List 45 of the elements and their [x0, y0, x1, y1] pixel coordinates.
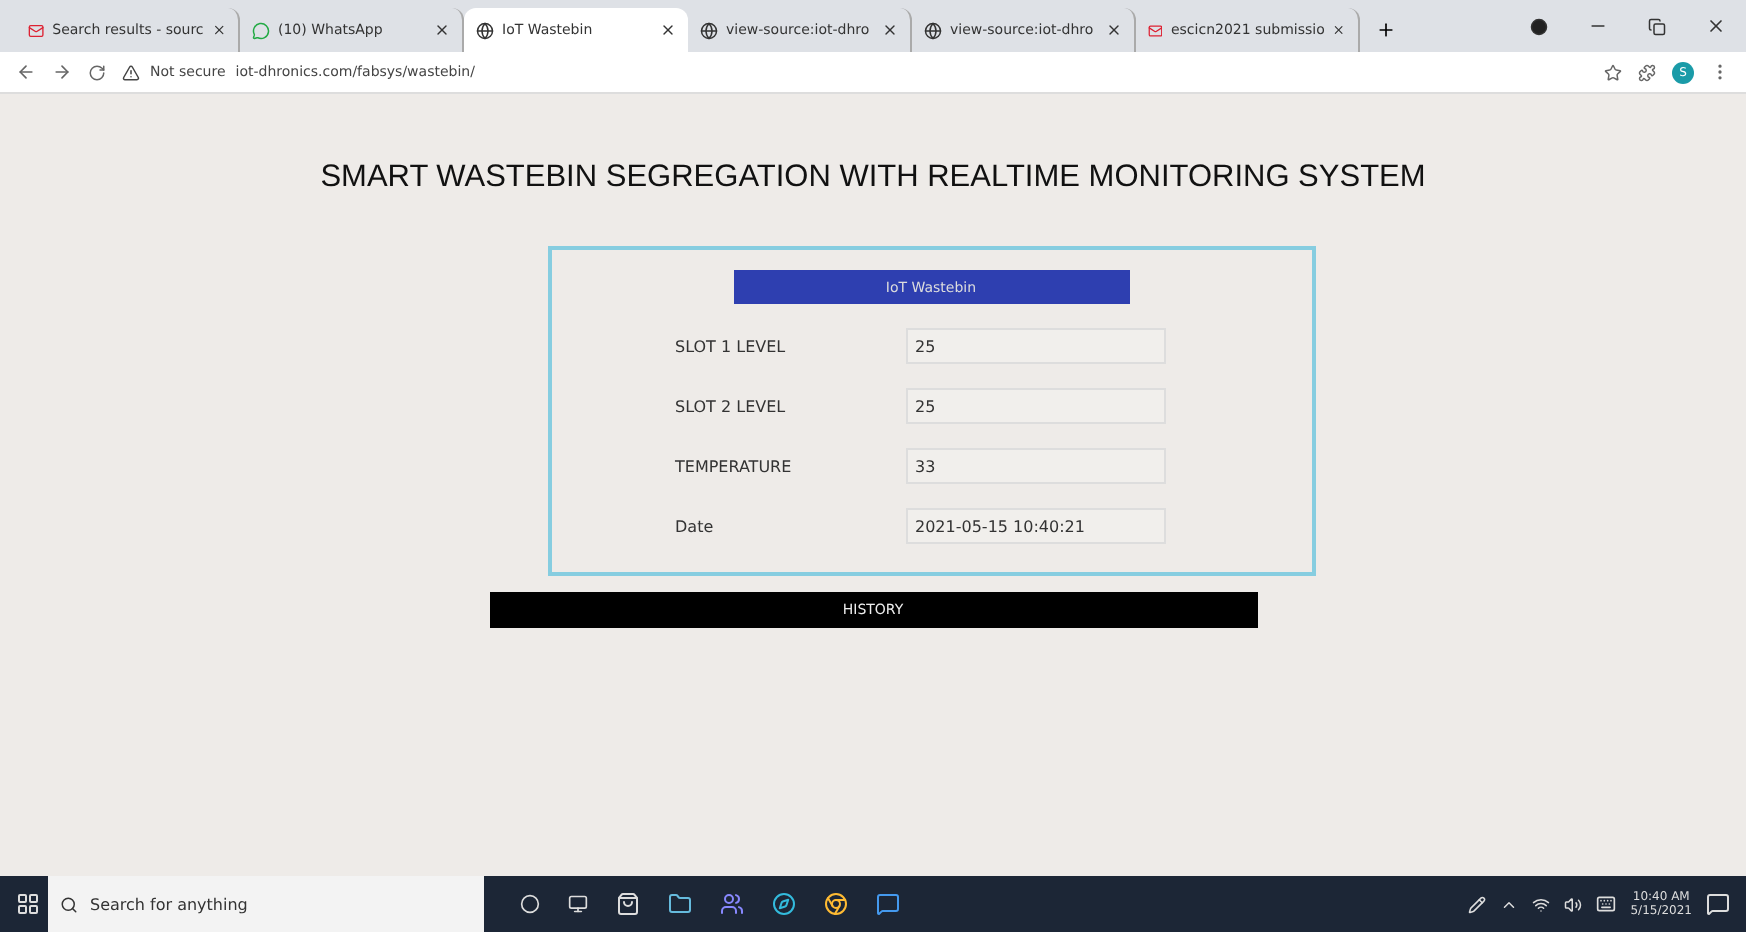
field-label: Date — [675, 517, 716, 535]
close-icon[interactable] — [434, 22, 450, 38]
wifi-icon[interactable] — [1532, 895, 1551, 913]
value-field[interactable]: 2021-05-15 10:40:21 — [905, 508, 1165, 544]
close-icon[interactable] — [660, 22, 676, 38]
value-field[interactable]: 25 — [905, 328, 1165, 364]
pen-icon[interactable] — [1468, 895, 1487, 913]
close-icon[interactable] — [1706, 16, 1726, 36]
globe-icon — [924, 21, 942, 39]
restore-icon[interactable] — [1648, 17, 1666, 35]
extensions-icon[interactable] — [1638, 63, 1656, 81]
field-label: SLOT 2 LEVEL — [675, 397, 788, 415]
folder-icon[interactable] — [668, 892, 692, 916]
reload-icon[interactable] — [88, 63, 106, 81]
back-icon[interactable] — [16, 62, 36, 82]
globe-icon — [700, 21, 718, 39]
warning-icon — [122, 63, 140, 81]
close-icon[interactable] — [882, 22, 898, 38]
field-label: SLOT 1 LEVEL — [675, 337, 788, 355]
globe-icon — [476, 21, 494, 39]
volume-icon[interactable] — [1564, 895, 1583, 913]
chat-icon — [252, 21, 270, 39]
search-icon — [60, 895, 78, 913]
keyboard-icon[interactable] — [1596, 894, 1617, 914]
record-icon[interactable] — [1530, 17, 1548, 35]
taskbar-search[interactable]: Search for anything — [48, 876, 484, 932]
windows-icon[interactable] — [16, 892, 40, 916]
page-title: SMART WASTEBIN SEGREGATION WITH REALTIME MONITORING SYSTEM — [320, 160, 1426, 196]
desktop-icon[interactable] — [568, 894, 588, 914]
forward-icon[interactable] — [52, 62, 72, 82]
people-icon[interactable] — [720, 892, 744, 916]
value-field[interactable]: 25 — [905, 388, 1165, 424]
task-view-icon[interactable] — [520, 894, 540, 914]
mail-icon — [28, 21, 45, 39]
close-icon[interactable] — [1106, 22, 1122, 38]
value-field[interactable]: 33 — [905, 448, 1165, 484]
chrome-icon[interactable] — [824, 892, 848, 916]
close-icon[interactable] — [1332, 22, 1346, 38]
close-icon[interactable] — [211, 22, 226, 38]
store-icon[interactable] — [616, 892, 640, 916]
mail-icon — [1148, 21, 1163, 39]
bookmark-icon[interactable] — [1604, 63, 1622, 81]
field-label: TEMPERATURE — [675, 457, 794, 475]
notification-icon[interactable] — [1706, 892, 1730, 916]
new-tab-icon[interactable] — [1376, 20, 1396, 40]
